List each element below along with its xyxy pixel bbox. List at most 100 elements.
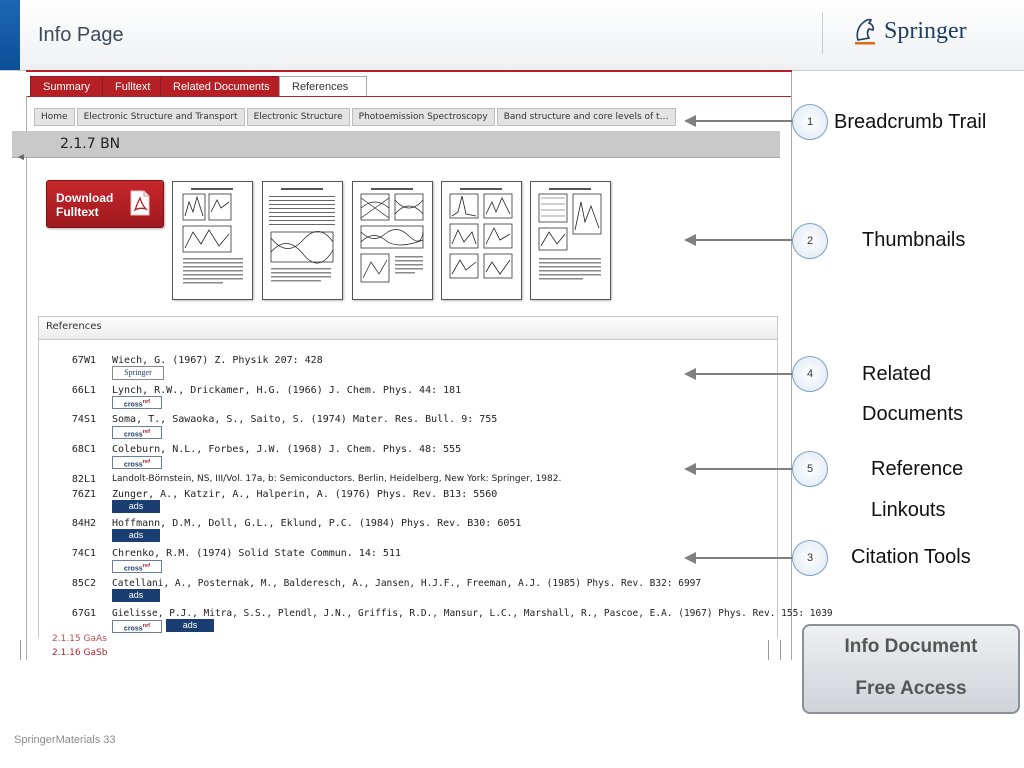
springer-link-badge[interactable]: Springer <box>112 366 164 380</box>
thumbnail-page-5-image <box>538 188 602 280</box>
thumbnail-page-4[interactable] <box>441 181 522 300</box>
toc-link-gaas[interactable]: 2.1.15 GaAs <box>52 634 107 642</box>
pdf-icon <box>130 190 150 216</box>
toc-link-gasb[interactable]: 2.1.16 GaSb <box>52 648 107 658</box>
ref-code: 76Z1 <box>71 489 96 500</box>
crossref-label: cross <box>123 401 143 409</box>
ads-link-badge[interactable]: ads <box>112 589 160 602</box>
ref-code: 67G1 <box>71 608 96 619</box>
breadcrumb-home[interactable]: Home <box>34 108 75 126</box>
download-label-line1: Download <box>56 191 114 205</box>
callout-number-5: 5 <box>792 451 828 487</box>
callout-number-2: 2 <box>792 223 828 259</box>
crossref-sup: ref <box>142 459 151 465</box>
callout-label-citation-tools: Citation Tools <box>851 546 971 568</box>
ref-code: 74S1 <box>71 414 96 425</box>
slide-footer: SpringerMaterials 33 <box>14 734 116 746</box>
ads-link-badge[interactable]: ads <box>166 619 214 632</box>
tab-references[interactable]: References <box>279 76 367 97</box>
section-title-bar <box>12 131 780 158</box>
ref-code: 67W1 <box>71 355 96 366</box>
callout-number-1: 1 <box>792 104 828 140</box>
callout-label-thumbnails: Thumbnails <box>862 229 966 251</box>
callout-arrowhead-1 <box>684 115 696 127</box>
crossref-sup: ref <box>142 399 151 405</box>
ref-text: Lynch, R.W., Drickamer, H.G. (1966) J. C… <box>112 385 462 396</box>
callout-arrow-2 <box>696 239 794 241</box>
callout-label-linkouts: Linkouts <box>871 499 946 521</box>
page-title: Info Page <box>38 24 124 46</box>
callout-label-related: Related <box>862 363 931 385</box>
crossref-label: cross <box>123 431 143 439</box>
ref-text: Wiech, G. (1967) Z. Physik 207: 428 <box>112 355 323 366</box>
breadcrumb-band-structure[interactable]: Band structure and core levels of t… <box>496 108 676 126</box>
callout-arrow-5 <box>696 468 794 470</box>
callout-arrowhead-5 <box>684 463 696 475</box>
info-box-line1: Info Document <box>844 636 978 657</box>
thumbnail-page-1-image <box>182 188 243 284</box>
header-divider <box>822 12 823 54</box>
crossref-label: cross <box>123 565 143 573</box>
crossref-link-badge[interactable]: crossref <box>112 560 162 573</box>
section-title: 2.1.7 BN <box>60 136 121 152</box>
crossref-link-badge[interactable]: crossref <box>112 396 162 409</box>
ref-code: 68C1 <box>71 444 96 455</box>
ref-text: Chrenko, R.M. (1974) Solid State Commun.… <box>112 548 401 559</box>
callout-label-documents: Documents <box>862 403 964 425</box>
callout-number-4: 4 <box>792 356 828 392</box>
download-label-line2: Fulltext <box>56 205 99 219</box>
ref-text: Soma, T., Sawaoka, S., Saito, S. (1974) … <box>112 414 498 425</box>
callout-arrow-3 <box>696 557 794 559</box>
tab-related-documents[interactable]: Related Documents <box>160 76 283 97</box>
thumbnail-page-1[interactable] <box>172 181 253 300</box>
ref-code: 74C1 <box>71 548 96 559</box>
ads-link-badge[interactable]: ads <box>112 529 160 542</box>
tab-summary[interactable]: Summary <box>30 76 104 97</box>
breadcrumb-electronic-structure[interactable]: Electronic Structure <box>246 108 350 126</box>
ref-text: Zunger, A., Katzir, A., Halperin, A. (19… <box>112 489 498 500</box>
frame-tick <box>768 640 769 660</box>
collapse-arrow-icon[interactable]: ◄ <box>16 152 26 163</box>
tabs-bottom-line <box>26 96 792 97</box>
thumbnail-page-2[interactable] <box>262 181 343 300</box>
thumbnail-page-5[interactable] <box>530 181 611 300</box>
references-panel-header <box>38 316 778 340</box>
thumbnail-page-3-image <box>360 188 424 283</box>
frame-tick <box>780 640 781 660</box>
springer-horse-icon <box>855 18 875 45</box>
crossref-link-badge[interactable]: crossref <box>112 620 162 633</box>
crossref-label: cross <box>123 625 143 633</box>
header-accent-bar <box>0 0 20 70</box>
info-box-line2: Free Access <box>855 678 967 699</box>
ref-code: 84H2 <box>71 518 96 529</box>
callout-arrowhead-2 <box>684 234 696 246</box>
springer-logo-text: Springer <box>884 17 967 44</box>
frame-tick <box>20 640 21 660</box>
callout-label-reference: Reference <box>871 458 964 480</box>
breadcrumb-electronic-structure-transport[interactable]: Electronic Structure and Transport <box>76 108 245 126</box>
crossref-sup: ref <box>142 429 151 435</box>
tab-fulltext[interactable]: Fulltext <box>102 76 164 97</box>
download-fulltext-button[interactable]: Download Fulltext <box>46 180 164 228</box>
thumbnail-page-3[interactable] <box>352 181 433 300</box>
ref-text: Gielisse, P.J., Mitra, S.S., Plendl, J.N… <box>112 608 833 619</box>
references-header-label: References <box>46 321 102 332</box>
callout-arrow-4 <box>696 373 794 375</box>
crossref-link-badge[interactable]: crossref <box>112 456 162 469</box>
crossref-link-badge[interactable]: crossref <box>112 426 162 439</box>
ads-link-badge[interactable]: ads <box>112 500 160 513</box>
download-label: Download Fulltext <box>56 191 126 219</box>
springer-badge-label: Springer <box>124 368 152 377</box>
callout-arrow-1 <box>696 120 794 122</box>
ref-text: Landolt-Börnstein, NS, III/Vol. 17a, b: … <box>112 474 562 484</box>
frame-left-border <box>26 96 27 660</box>
ref-code: 85C2 <box>71 578 96 589</box>
ref-text: Coleburn, N.L., Forbes, J.W. (1968) J. C… <box>112 444 462 455</box>
springer-logo: Springer <box>852 14 967 48</box>
tabs-top-line <box>26 70 792 72</box>
breadcrumb-photoemission[interactable]: Photoemission Spectroscopy <box>351 108 495 126</box>
thumbnail-page-2-image <box>269 188 335 282</box>
breadcrumb: Home Electronic Structure and Transport … <box>34 108 678 126</box>
crossref-sup: ref <box>142 563 151 569</box>
callout-arrowhead-4 <box>684 368 696 380</box>
